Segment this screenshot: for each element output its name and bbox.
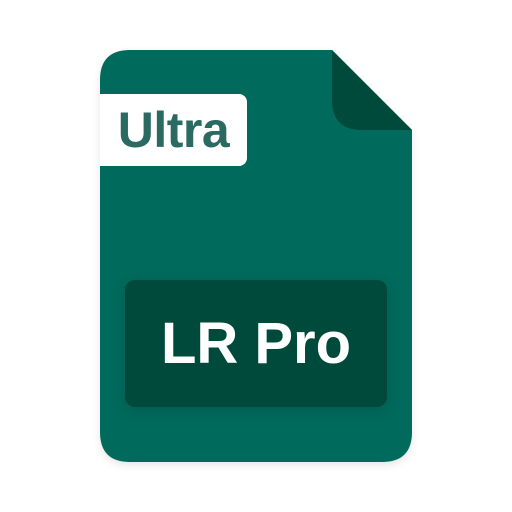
file-icon-canvas: Ultra LR Pro — [0, 0, 512, 512]
label-text: LR Pro — [160, 310, 352, 376]
tag-text: Ultra — [117, 102, 230, 158]
label-box: LR Pro — [125, 280, 387, 407]
folded-corner — [332, 50, 412, 130]
tag-badge: Ultra — [100, 94, 247, 166]
file-icon — [100, 50, 412, 462]
